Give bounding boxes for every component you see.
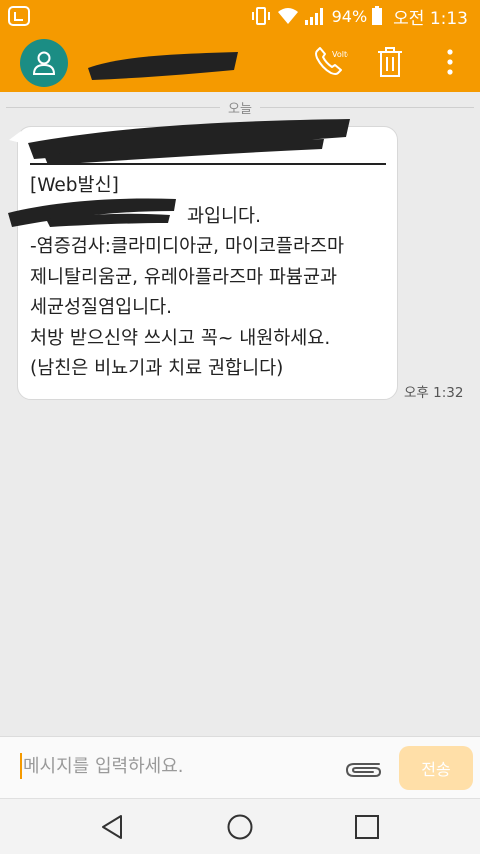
bubble-tail <box>9 131 21 143</box>
delete-button[interactable] <box>360 32 420 92</box>
message-input[interactable] <box>23 749 333 783</box>
trash-icon <box>378 47 402 77</box>
home-button[interactable] <box>210 799 270 854</box>
back-icon <box>102 815 122 839</box>
message-line: (남친은 비뇨기과 치료 권합니다) <box>30 358 284 379</box>
message-timestamp: 오후 1:32 <box>404 385 464 401</box>
recents-button[interactable] <box>337 799 397 854</box>
battery-percent: 94% <box>331 6 368 26</box>
back-button[interactable] <box>82 799 142 854</box>
call-button[interactable]: Volte <box>300 32 360 92</box>
vibrate-icon <box>251 7 270 25</box>
incoming-message-bubble[interactable]: [Web발신] 과입니다. -염증검사:클라미디아균, 마이코플라즈마 제니탈리… <box>8 119 398 400</box>
conversation-app-bar: Volte <box>0 32 480 92</box>
overflow-menu-icon <box>447 49 453 75</box>
contact-avatar[interactable] <box>20 39 68 87</box>
status-time: 오전 1:13 <box>393 8 468 29</box>
home-icon <box>227 814 253 840</box>
message-line: 과입니다. <box>187 205 261 227</box>
message-line: 제니탈리움균, 유레아플라즈마 파븀균과 <box>30 266 337 288</box>
recents-icon <box>355 815 379 839</box>
message-subject <box>30 137 386 165</box>
attach-button[interactable] <box>344 755 384 781</box>
message-body: [Web발신] 과입니다. -염증검사:클라미디아균, 마이코플라즈마 제니탈리… <box>30 171 392 385</box>
date-label: 오늘 <box>0 98 480 117</box>
message-thread[interactable]: 오늘 [Web발신] 과입니다. -염증검사:클라미디아균, 마이코플라즈마 제… <box>0 92 480 736</box>
message-line: [Web발신] <box>30 175 119 196</box>
contact-name-redaction <box>88 52 238 80</box>
paperclip-icon <box>345 763 382 777</box>
message-line: 처방 받으신약 쓰시고 꼭~ 내원하세요. <box>30 327 331 349</box>
wifi-icon <box>277 8 298 24</box>
svg-text:Volte: Volte <box>332 50 348 59</box>
text-cursor <box>20 753 22 779</box>
volte-call-icon: Volte <box>315 47 348 75</box>
message-line: 세균성질염입니다. <box>30 297 173 318</box>
lg-notification-icon <box>8 6 30 26</box>
message-composer: 전송 <box>0 736 480 798</box>
system-nav-bar <box>0 798 480 854</box>
battery-icon <box>372 6 383 25</box>
status-bar: 94% 오전 1:13 <box>0 0 480 32</box>
send-button[interactable]: 전송 <box>399 746 473 790</box>
person-icon <box>32 51 56 75</box>
overflow-menu-button[interactable] <box>420 32 480 92</box>
signal-icon <box>304 8 323 25</box>
message-line: -염증검사:클라미디아균, 마이코플라즈마 <box>30 236 345 257</box>
